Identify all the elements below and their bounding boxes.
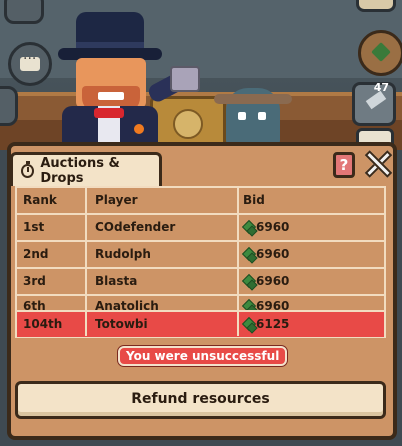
rank-cell: 2nd <box>23 247 49 261</box>
bid-value: 6960 <box>256 274 290 288</box>
close-icon[interactable] <box>364 150 392 178</box>
tab-auctions-drops[interactable]: Auctions & Drops <box>10 152 162 186</box>
status-badge: You were unsuccessful <box>118 346 288 366</box>
player-cell: Blasta <box>95 274 138 288</box>
chat-button[interactable] <box>8 42 52 86</box>
header-bid: Bid <box>243 193 265 207</box>
help-button[interactable]: ? <box>333 152 355 178</box>
player-cell: Totowbi <box>95 317 148 331</box>
auction-results-table: Rank Player Bid 1st COdefender 6960 2nd … <box>15 186 386 338</box>
rank-cell: 104th <box>23 317 63 331</box>
cow-eye <box>258 112 266 120</box>
green-gem-icon <box>243 318 253 331</box>
column-divider <box>237 188 239 336</box>
top-hat <box>76 12 144 46</box>
header-player: Player <box>95 193 138 207</box>
mail-button[interactable] <box>4 0 44 24</box>
table-row: 1st COdefender 6960 <box>17 215 384 240</box>
rank-cell: 3rd <box>23 274 46 288</box>
lapel-flower <box>134 124 144 134</box>
table-header-row: Rank Player Bid <box>17 188 384 213</box>
stopwatch-icon <box>21 160 35 178</box>
column-divider <box>85 188 87 336</box>
refund-resources-button[interactable]: Refund resources <box>15 381 386 419</box>
player-cell: Rudolph <box>95 247 151 261</box>
bid-cell: 6125 <box>243 312 289 337</box>
bid-cell: 6960 <box>243 215 289 240</box>
bid-value: 6125 <box>256 317 290 331</box>
blue-cow-character <box>214 88 292 148</box>
green-gem-icon <box>243 221 253 234</box>
auctioneer-character <box>52 6 200 150</box>
hammer-button[interactable]: 47 <box>352 81 396 126</box>
gem-shop-button[interactable] <box>358 30 402 76</box>
table-row: 3rd Blasta 6960 <box>17 269 384 294</box>
cow-eye <box>238 112 246 120</box>
bid-value: 6960 <box>256 247 290 261</box>
chat-bubble-icon <box>20 51 40 71</box>
cup-icon <box>170 66 200 92</box>
bid-cell: 6960 <box>243 269 289 294</box>
bow-tie <box>94 108 124 118</box>
green-gem-icon <box>243 275 253 288</box>
table-row: 2nd Rudolph 6960 <box>17 242 384 267</box>
bid-cell: 6960 <box>243 242 289 267</box>
player-cell: COdefender <box>95 220 176 234</box>
hammer-count: 47 <box>373 81 389 94</box>
top-right-button[interactable] <box>356 0 396 12</box>
smile <box>98 92 124 100</box>
bid-value: 6960 <box>256 220 290 234</box>
game-scene-background: 47 <box>0 0 402 150</box>
rank-cell: 1st <box>23 220 45 234</box>
header-rank: Rank <box>23 193 57 207</box>
side-menu-button[interactable] <box>0 86 18 126</box>
tab-label: Auctions & Drops <box>40 155 120 186</box>
table-row-current-player: 104th Totowbi 6125 <box>17 312 384 337</box>
green-gem-icon <box>243 248 253 261</box>
